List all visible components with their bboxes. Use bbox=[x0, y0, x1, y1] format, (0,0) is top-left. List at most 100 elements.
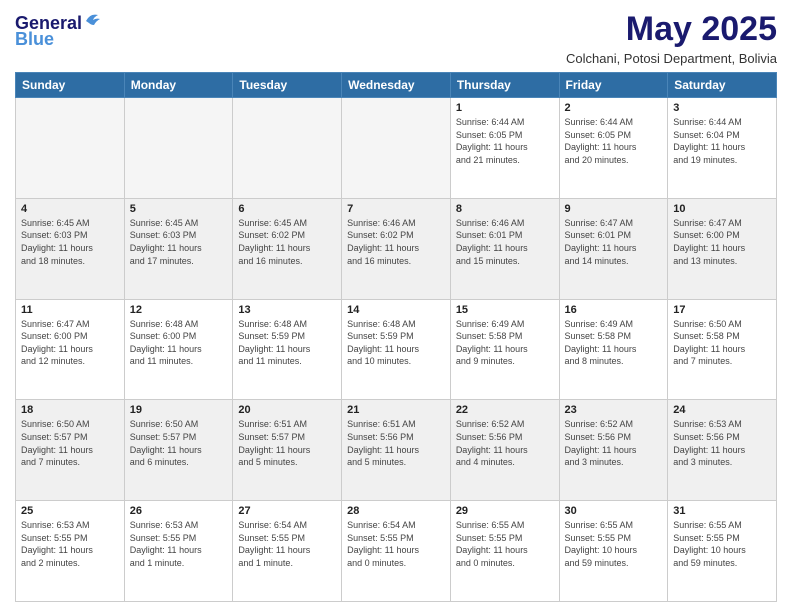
calendar-cell: 9 Sunrise: 6:47 AM Sunset: 6:01 PM Daylig… bbox=[559, 198, 668, 299]
cell-info: Sunrise: 6:49 AM Sunset: 5:58 PM Dayligh… bbox=[456, 318, 554, 368]
day-number: 5 bbox=[130, 203, 228, 215]
calendar-cell: 26 Sunrise: 6:53 AM Sunset: 5:55 PM Dayli… bbox=[124, 501, 233, 602]
cell-info: Sunrise: 6:45 AM Sunset: 6:02 PM Dayligh… bbox=[238, 217, 336, 267]
week-row-5: 25Sunrise: 6:53 AM Sunset: 5:55 PM Dayli… bbox=[16, 501, 777, 602]
calendar-cell: 8 Sunrise: 6:46 AM Sunset: 6:01 PM Daylig… bbox=[450, 198, 559, 299]
calendar-cell: 27 Sunrise: 6:54 AM Sunset: 5:55 PM Dayli… bbox=[233, 501, 342, 602]
cell-info: Sunrise: 6:44 AM Sunset: 6:05 PM Dayligh… bbox=[565, 116, 663, 166]
cell-info: Sunrise: 6:54 AM Sunset: 5:55 PM Dayligh… bbox=[238, 519, 336, 569]
week-row-2: 4 Sunrise: 6:45 AM Sunset: 6:03 PM Daylig… bbox=[16, 198, 777, 299]
calendar-cell: 20 Sunrise: 6:51 AM Sunset: 5:57 PM Dayli… bbox=[233, 400, 342, 501]
calendar-cell: 6 Sunrise: 6:45 AM Sunset: 6:02 PM Daylig… bbox=[233, 198, 342, 299]
calendar-cell: 25Sunrise: 6:53 AM Sunset: 5:55 PM Dayli… bbox=[16, 501, 125, 602]
day-number: 29 bbox=[456, 505, 554, 517]
calendar-cell: 7Sunrise: 6:46 AM Sunset: 6:02 PM Daylig… bbox=[342, 198, 451, 299]
calendar-cell bbox=[342, 98, 451, 199]
cell-info: Sunrise: 6:55 AM Sunset: 5:55 PM Dayligh… bbox=[565, 519, 663, 569]
cell-info: Sunrise: 6:51 AM Sunset: 5:57 PM Dayligh… bbox=[238, 418, 336, 468]
day-number: 18 bbox=[21, 404, 119, 416]
cell-info: Sunrise: 6:45 AM Sunset: 6:03 PM Dayligh… bbox=[21, 217, 119, 267]
day-number: 17 bbox=[673, 304, 771, 316]
header-monday: Monday bbox=[124, 73, 233, 98]
cell-info: Sunrise: 6:45 AM Sunset: 6:03 PM Dayligh… bbox=[130, 217, 228, 267]
calendar-cell bbox=[16, 98, 125, 199]
calendar-cell: 17 Sunrise: 6:50 AM Sunset: 5:58 PM Dayli… bbox=[668, 299, 777, 400]
header-sunday: Sunday bbox=[16, 73, 125, 98]
cell-info: Sunrise: 6:50 AM Sunset: 5:57 PM Dayligh… bbox=[21, 418, 119, 468]
header-thursday: Thursday bbox=[450, 73, 559, 98]
logo-text-blue: Blue bbox=[15, 30, 54, 50]
calendar-cell bbox=[124, 98, 233, 199]
cell-info: Sunrise: 6:48 AM Sunset: 5:59 PM Dayligh… bbox=[347, 318, 445, 368]
calendar-cell: 18 Sunrise: 6:50 AM Sunset: 5:57 PM Dayli… bbox=[16, 400, 125, 501]
calendar-cell: 30 Sunrise: 6:55 AM Sunset: 5:55 PM Dayli… bbox=[559, 501, 668, 602]
day-number: 20 bbox=[238, 404, 336, 416]
location: Colchani, Potosi Department, Bolivia bbox=[566, 51, 777, 66]
calendar-cell: 3Sunrise: 6:44 AM Sunset: 6:04 PM Daylig… bbox=[668, 98, 777, 199]
calendar-cell: 14 Sunrise: 6:48 AM Sunset: 5:59 PM Dayli… bbox=[342, 299, 451, 400]
cell-info: Sunrise: 6:46 AM Sunset: 6:01 PM Dayligh… bbox=[456, 217, 554, 267]
cell-info: Sunrise: 6:47 AM Sunset: 6:00 PM Dayligh… bbox=[673, 217, 771, 267]
week-row-3: 11 Sunrise: 6:47 AM Sunset: 6:00 PM Dayli… bbox=[16, 299, 777, 400]
cell-info: Sunrise: 6:55 AM Sunset: 5:55 PM Dayligh… bbox=[673, 519, 771, 569]
day-number: 2 bbox=[565, 102, 663, 114]
cell-info: Sunrise: 6:54 AM Sunset: 5:55 PM Dayligh… bbox=[347, 519, 445, 569]
cell-info: Sunrise: 6:50 AM Sunset: 5:58 PM Dayligh… bbox=[673, 318, 771, 368]
calendar-cell: 28Sunrise: 6:54 AM Sunset: 5:55 PM Dayli… bbox=[342, 501, 451, 602]
day-number: 9 bbox=[565, 203, 663, 215]
day-number: 30 bbox=[565, 505, 663, 517]
header-wednesday: Wednesday bbox=[342, 73, 451, 98]
title-section: May 2025 Colchani, Potosi Department, Bo… bbox=[566, 10, 777, 66]
day-number: 7 bbox=[347, 203, 445, 215]
cell-info: Sunrise: 6:53 AM Sunset: 5:55 PM Dayligh… bbox=[21, 519, 119, 569]
day-number: 4 bbox=[21, 203, 119, 215]
header-saturday: Saturday bbox=[668, 73, 777, 98]
logo-bird-icon bbox=[84, 11, 102, 29]
calendar-cell: 11 Sunrise: 6:47 AM Sunset: 6:00 PM Dayli… bbox=[16, 299, 125, 400]
calendar-cell: 19Sunrise: 6:50 AM Sunset: 5:57 PM Dayli… bbox=[124, 400, 233, 501]
calendar-cell: 15 Sunrise: 6:49 AM Sunset: 5:58 PM Dayli… bbox=[450, 299, 559, 400]
day-number: 19 bbox=[130, 404, 228, 416]
cell-info: Sunrise: 6:47 AM Sunset: 6:01 PM Dayligh… bbox=[565, 217, 663, 267]
calendar-cell: 21 Sunrise: 6:51 AM Sunset: 5:56 PM Dayli… bbox=[342, 400, 451, 501]
calendar-cell: 2 Sunrise: 6:44 AM Sunset: 6:05 PM Daylig… bbox=[559, 98, 668, 199]
day-number: 8 bbox=[456, 203, 554, 215]
calendar-cell: 22Sunrise: 6:52 AM Sunset: 5:56 PM Dayli… bbox=[450, 400, 559, 501]
cell-info: Sunrise: 6:52 AM Sunset: 5:56 PM Dayligh… bbox=[565, 418, 663, 468]
day-number: 16 bbox=[565, 304, 663, 316]
day-number: 24 bbox=[673, 404, 771, 416]
cell-info: Sunrise: 6:47 AM Sunset: 6:00 PM Dayligh… bbox=[21, 318, 119, 368]
day-number: 3 bbox=[673, 102, 771, 114]
day-number: 6 bbox=[238, 203, 336, 215]
calendar-cell: 31 Sunrise: 6:55 AM Sunset: 5:55 PM Dayli… bbox=[668, 501, 777, 602]
day-number: 14 bbox=[347, 304, 445, 316]
header-tuesday: Tuesday bbox=[233, 73, 342, 98]
cell-info: Sunrise: 6:48 AM Sunset: 6:00 PM Dayligh… bbox=[130, 318, 228, 368]
day-number: 31 bbox=[673, 505, 771, 517]
day-number: 21 bbox=[347, 404, 445, 416]
day-number: 23 bbox=[565, 404, 663, 416]
calendar-cell: 24Sunrise: 6:53 AM Sunset: 5:56 PM Dayli… bbox=[668, 400, 777, 501]
day-number: 27 bbox=[238, 505, 336, 517]
cell-info: Sunrise: 6:55 AM Sunset: 5:55 PM Dayligh… bbox=[456, 519, 554, 569]
day-number: 15 bbox=[456, 304, 554, 316]
day-number: 11 bbox=[21, 304, 119, 316]
calendar-cell bbox=[233, 98, 342, 199]
calendar-cell: 1Sunrise: 6:44 AM Sunset: 6:05 PM Daylig… bbox=[450, 98, 559, 199]
page: General Blue May 2025 Colchani, Potosi D… bbox=[0, 0, 792, 612]
calendar-cell: 5 Sunrise: 6:45 AM Sunset: 6:03 PM Daylig… bbox=[124, 198, 233, 299]
cell-info: Sunrise: 6:51 AM Sunset: 5:56 PM Dayligh… bbox=[347, 418, 445, 468]
day-number: 12 bbox=[130, 304, 228, 316]
day-number: 26 bbox=[130, 505, 228, 517]
calendar-cell: 12 Sunrise: 6:48 AM Sunset: 6:00 PM Dayli… bbox=[124, 299, 233, 400]
day-number: 1 bbox=[456, 102, 554, 114]
header-row: Sunday Monday Tuesday Wednesday Thursday… bbox=[16, 73, 777, 98]
calendar-cell: 29 Sunrise: 6:55 AM Sunset: 5:55 PM Dayli… bbox=[450, 501, 559, 602]
header: General Blue May 2025 Colchani, Potosi D… bbox=[15, 10, 777, 66]
cell-info: Sunrise: 6:49 AM Sunset: 5:58 PM Dayligh… bbox=[565, 318, 663, 368]
month-title: May 2025 bbox=[566, 10, 777, 49]
day-number: 10 bbox=[673, 203, 771, 215]
calendar-cell: 10 Sunrise: 6:47 AM Sunset: 6:00 PM Dayli… bbox=[668, 198, 777, 299]
cell-info: Sunrise: 6:48 AM Sunset: 5:59 PM Dayligh… bbox=[238, 318, 336, 368]
cell-info: Sunrise: 6:53 AM Sunset: 5:55 PM Dayligh… bbox=[130, 519, 228, 569]
